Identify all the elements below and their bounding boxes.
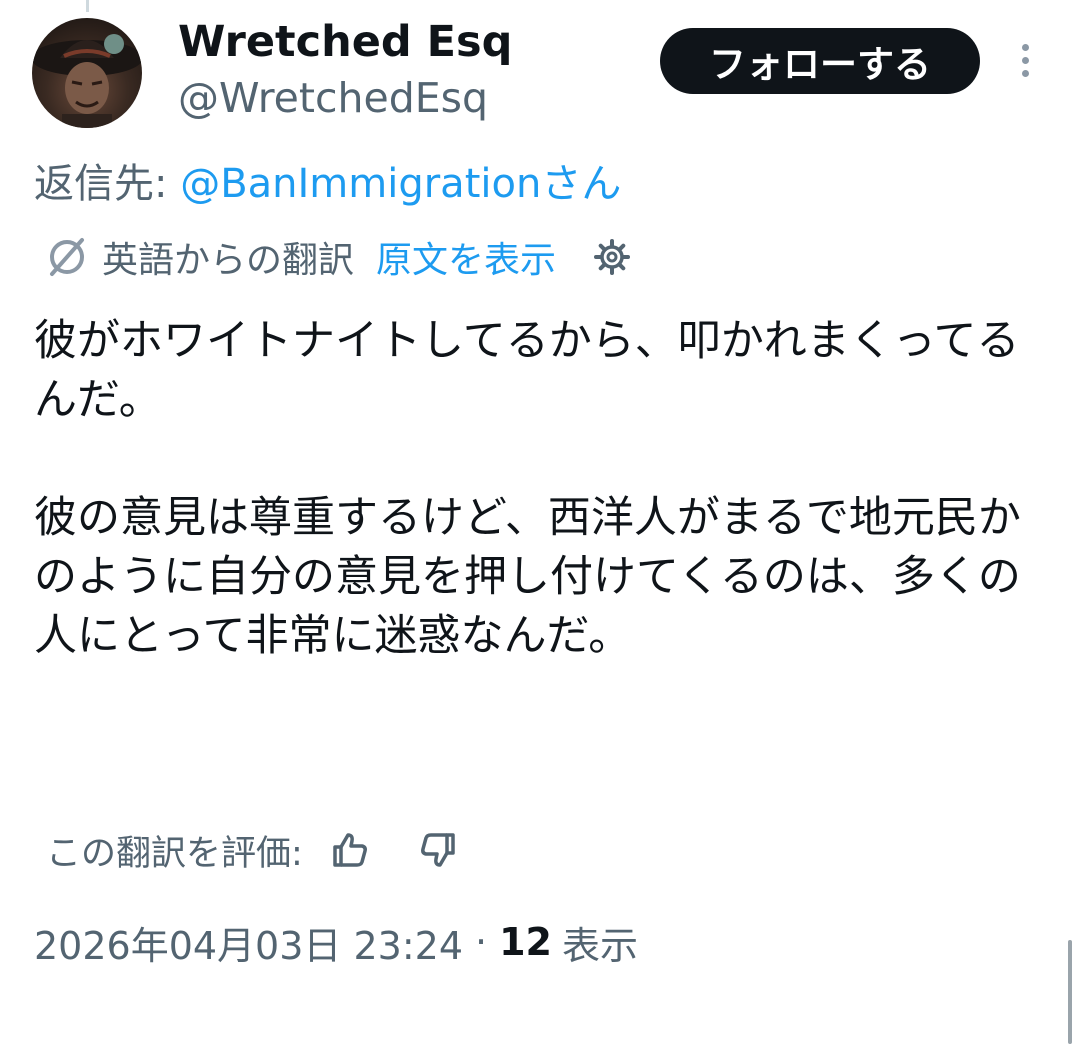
rate-translation-label: この翻訳を評価: (46, 833, 303, 874)
rate-translation-row: この翻訳を評価: (46, 822, 459, 878)
show-original-link[interactable]: 原文を表示 (376, 231, 556, 283)
avatar[interactable] (32, 18, 142, 128)
views-count: 12 (499, 920, 552, 964)
reply-to-line: 返信先: @BanImmigrationさん (34, 156, 621, 212)
gear-icon[interactable] (592, 237, 632, 277)
translation-source-label: 英語からの翻訳 (102, 240, 355, 281)
author-display-name[interactable]: Wretched Esq (178, 16, 512, 68)
thread-connector-line (86, 0, 89, 12)
more-options-icon[interactable] (1010, 40, 1040, 84)
tweet-timestamp[interactable]: 2026年04月03日 23:24 (34, 915, 463, 970)
translation-row: 英語からの翻訳 原文を表示 (44, 232, 632, 282)
follow-button[interactable]: フォローする (660, 28, 980, 94)
thumbs-up-icon[interactable] (329, 829, 371, 871)
tweet-body-text: 彼がホワイトナイトしてるから、叩かれまくってるんだ。 彼の意見は尊重するけど、西… (34, 316, 1021, 661)
views-label: 表示 (562, 923, 639, 968)
translate-icon (50, 238, 84, 276)
scrollbar[interactable] (1068, 940, 1072, 1044)
author-handle[interactable]: @WretchedEsq (178, 72, 488, 124)
tweet-meta-row: 2026年04月03日 23:24 · 12 表示 (34, 914, 638, 970)
reply-to-mention-link[interactable]: @BanImmigrationさん (180, 161, 621, 207)
thumbs-down-icon[interactable] (417, 829, 459, 871)
meta-separator: · (475, 920, 488, 964)
reply-to-prefix: 返信先: (34, 161, 181, 207)
avatar-image (32, 34, 142, 128)
